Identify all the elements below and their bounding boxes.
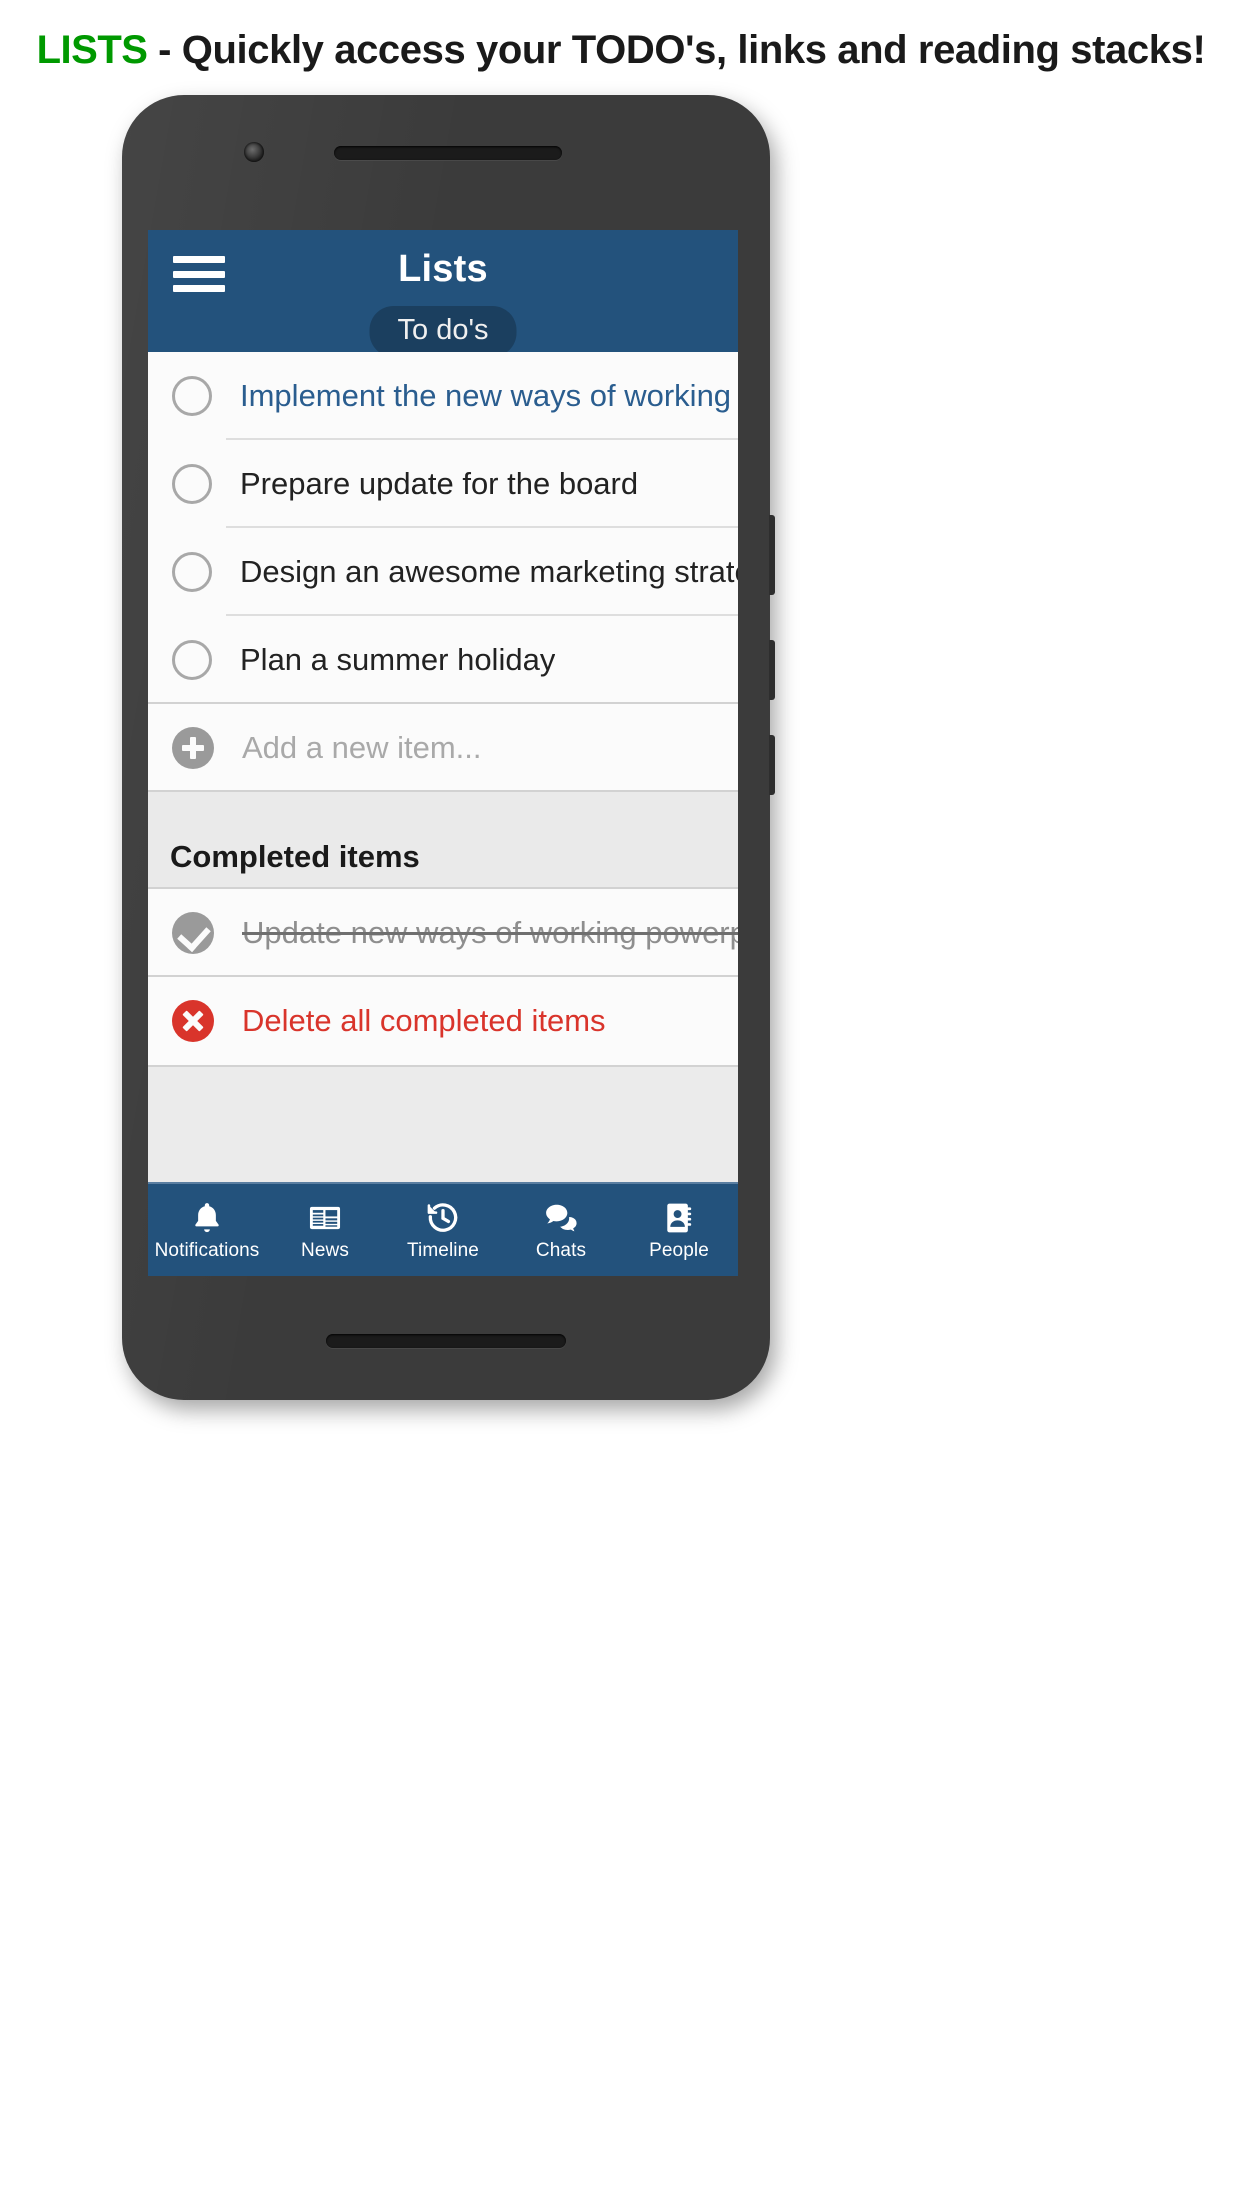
caption-highlight: LISTS: [36, 27, 148, 72]
todo-row[interactable]: Design an awesome marketing strategy: [148, 528, 738, 616]
check-circle-icon[interactable]: [172, 912, 214, 954]
x-circle-icon[interactable]: [172, 1000, 214, 1042]
plus-circle-icon[interactable]: [172, 727, 214, 769]
front-camera-icon: [244, 142, 264, 162]
side-button-volume-up[interactable]: [769, 515, 775, 595]
delete-all-completed-row[interactable]: Delete all completed items: [148, 977, 738, 1065]
tab-label: News: [301, 1239, 349, 1261]
checkbox-circle-icon[interactable]: [172, 376, 212, 416]
phone-screen: Lists To do's Implement the new ways of …: [148, 230, 738, 1276]
side-button-power[interactable]: [769, 735, 775, 795]
todo-label: Implement the new ways of working progra…: [240, 378, 738, 413]
tab-label: Notifications: [154, 1239, 260, 1261]
checkbox-circle-icon[interactable]: [172, 640, 212, 680]
address-book-icon: [660, 1199, 698, 1237]
completed-items-header: Completed items: [148, 792, 738, 889]
list-selector-pill[interactable]: To do's: [369, 306, 517, 357]
todo-row[interactable]: Plan a summer holiday: [148, 616, 738, 704]
earpiece-speaker: [334, 146, 562, 160]
phone-mockup: Lists To do's Implement the new ways of …: [122, 95, 775, 1400]
tab-chats[interactable]: Chats: [502, 1184, 620, 1276]
caption-text: LISTS - Quickly access your TODO's, link…: [37, 28, 1206, 73]
history-clock-icon: [424, 1199, 462, 1237]
checkbox-circle-icon[interactable]: [172, 464, 212, 504]
bottom-tab-bar: Notifications News Timeline Chats People: [148, 1182, 738, 1276]
bell-icon: [188, 1199, 226, 1237]
checkbox-circle-icon[interactable]: [172, 552, 212, 592]
todo-row[interactable]: Prepare update for the board: [148, 440, 738, 528]
tab-label: Timeline: [407, 1239, 479, 1261]
completed-item-row[interactable]: Update new ways of working powerpoint: [148, 889, 738, 977]
tab-notifications[interactable]: Notifications: [148, 1184, 266, 1276]
todo-list: Implement the new ways of working progra…: [148, 352, 738, 1276]
add-new-item-row[interactable]: Add a new item...: [148, 704, 738, 792]
todo-label: Design an awesome marketing strategy: [240, 554, 738, 589]
bottom-speaker: [326, 1334, 566, 1348]
tab-label: Chats: [535, 1239, 587, 1261]
todo-label: Prepare update for the board: [240, 466, 639, 501]
chat-bubbles-icon: [542, 1199, 580, 1237]
caption-rest: - Quickly access your TODO's, links and …: [147, 27, 1206, 72]
newspaper-icon: [306, 1199, 344, 1237]
caption-banner: LISTS - Quickly access your TODO's, link…: [0, 0, 1242, 100]
completed-items-title: Completed items: [170, 839, 420, 874]
tab-people[interactable]: People: [620, 1184, 738, 1276]
tab-label: People: [649, 1239, 709, 1261]
app-bar: Lists To do's: [148, 230, 738, 357]
tab-news[interactable]: News: [266, 1184, 384, 1276]
completed-item-label: Update new ways of working powerpoint: [242, 915, 738, 950]
tab-timeline[interactable]: Timeline: [384, 1184, 502, 1276]
delete-all-label: Delete all completed items: [242, 1003, 606, 1038]
add-item-input[interactable]: Add a new item...: [242, 730, 482, 766]
todo-label: Plan a summer holiday: [240, 642, 556, 677]
page-title: Lists: [398, 248, 488, 290]
todo-row[interactable]: Implement the new ways of working progra…: [148, 352, 738, 440]
side-button-volume-down[interactable]: [769, 640, 775, 700]
